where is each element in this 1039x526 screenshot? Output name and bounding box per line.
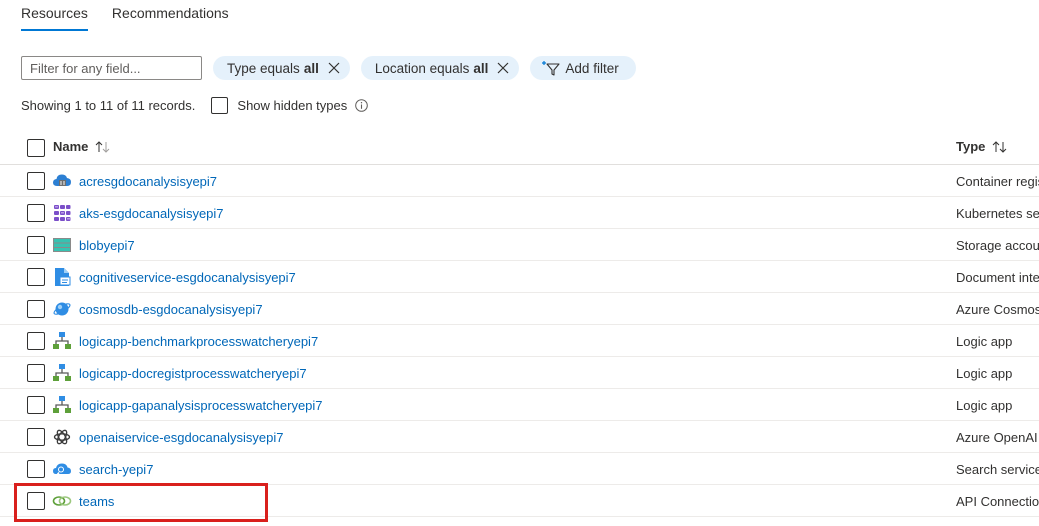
row-checkbox[interactable] [27,460,45,478]
resource-name-link[interactable]: blobyepi7 [79,238,135,253]
resource-name-link[interactable]: acresgdocanalysisyepi7 [79,174,217,189]
resource-type: Kubernetes ser [956,206,1039,221]
container-registry-icon [53,174,71,186]
resource-type: Azure OpenAI [956,430,1038,445]
row-checkbox[interactable] [27,172,45,190]
resource-name-link[interactable]: cosmosdb-esgdocanalysisyepi7 [79,302,263,317]
info-icon[interactable] [355,99,369,112]
column-name-label: Name [53,139,89,154]
resource-type: Container regis [956,174,1039,189]
cosmos-db-icon [53,302,71,316]
filter-bar: Type equals all Location equals all Add … [21,56,636,80]
kubernetes-service-icon [54,205,71,221]
resources-table: Name Type acresgdocanalysisyepi7 Contain… [0,130,1039,517]
table-row: logicapp-gapanalysisprocesswatcheryepi7 … [0,389,1039,421]
tab-recommendations[interactable]: Recommendations [112,0,229,34]
resource-type: Logic app [956,398,1013,413]
resource-name-link[interactable]: cognitiveservice-esgdocanalysisyepi7 [79,270,296,285]
type-filter-value: all [303,60,319,76]
table-row: aks-esgdocanalysisyepi7 Kubernetes ser [0,197,1039,229]
add-filter-icon [542,61,560,76]
column-header-type[interactable]: Type [956,139,1009,154]
tab-bar: Resources Recommendations [21,0,253,34]
column-type-label: Type [956,139,986,154]
location-filter-pill[interactable]: Location equals all [360,56,520,80]
table-row: logicapp-benchmarkprocesswatcheryepi7 Lo… [0,325,1039,357]
select-all-checkbox[interactable] [27,139,45,157]
resource-type: Document inte [956,270,1039,285]
resource-name-link[interactable]: aks-esgdocanalysisyepi7 [79,206,224,221]
table-row: acresgdocanalysisyepi7 Container regis [0,165,1039,197]
row-checkbox[interactable] [27,332,45,350]
row-checkbox[interactable] [27,364,45,382]
type-filter-label: Type equals [227,60,300,76]
resource-type: Storage accou [956,238,1039,253]
document-intelligence-icon [55,268,71,286]
column-header-name[interactable]: Name [53,139,112,154]
filter-input[interactable] [21,56,202,80]
logic-app-icon [53,396,71,413]
table-row: search-yepi7 Search service [0,453,1039,485]
show-hidden-types-label: Show hidden types [237,98,348,113]
tab-resources[interactable]: Resources [21,0,88,34]
resource-type: Search service [956,462,1039,477]
storage-account-icon [53,238,71,252]
location-filter-value: all [473,60,489,76]
resource-name-link[interactable]: logicapp-benchmarkprocesswatcheryepi7 [79,334,318,349]
table-row: openaiservice-esgdocanalysisyepi7 Azure … [0,421,1039,453]
resource-name-link[interactable]: logicapp-docregistprocesswatcheryepi7 [79,366,307,381]
row-checkbox[interactable] [27,236,45,254]
table-header: Name Type [0,130,1039,165]
row-checkbox[interactable] [27,204,45,222]
resource-name-link[interactable]: logicapp-gapanalysisprocesswatcheryepi7 [79,398,323,413]
row-checkbox[interactable] [27,268,45,286]
table-row: cosmosdb-esgdocanalysisyepi7 Azure Cosmo… [0,293,1039,325]
sort-icon [96,140,110,153]
table-row: logicapp-docregistprocesswatcheryepi7 Lo… [0,357,1039,389]
resource-name-link[interactable]: openaiservice-esgdocanalysisyepi7 [79,430,284,445]
table-row: teams API Connection [0,485,1039,517]
location-filter-label: Location equals [374,60,470,76]
add-filter-label: Add filter [565,60,619,76]
show-hidden-types-checkbox[interactable] [211,97,229,114]
records-info: Showing 1 to 11 of 11 records. Show hidd… [21,97,369,114]
row-checkbox[interactable] [27,396,45,414]
logic-app-icon [53,332,71,349]
logic-app-icon [53,364,71,381]
type-filter-pill[interactable]: Type equals all [213,56,350,80]
table-row: blobyepi7 Storage accou [0,229,1039,261]
table-row: cognitiveservice-esgdocanalysisyepi7 Doc… [0,261,1039,293]
records-summary: Showing 1 to 11 of 11 records. [21,98,196,113]
openai-icon [53,429,71,445]
resource-type: Azure Cosmos [956,302,1039,317]
row-checkbox[interactable] [27,428,45,446]
resource-name-link[interactable]: teams [79,494,114,509]
api-connection-icon [52,496,72,506]
add-filter-button[interactable]: Add filter [530,56,636,80]
row-checkbox[interactable] [27,492,45,510]
close-icon[interactable] [327,61,341,75]
close-icon[interactable] [496,61,510,75]
resource-type: Logic app [956,334,1013,349]
resource-type: API Connection [956,494,1039,509]
row-checkbox[interactable] [27,300,45,318]
sort-icon [993,140,1007,153]
resource-type: Logic app [956,366,1013,381]
resource-name-link[interactable]: search-yepi7 [79,462,153,477]
search-service-icon [53,463,71,477]
